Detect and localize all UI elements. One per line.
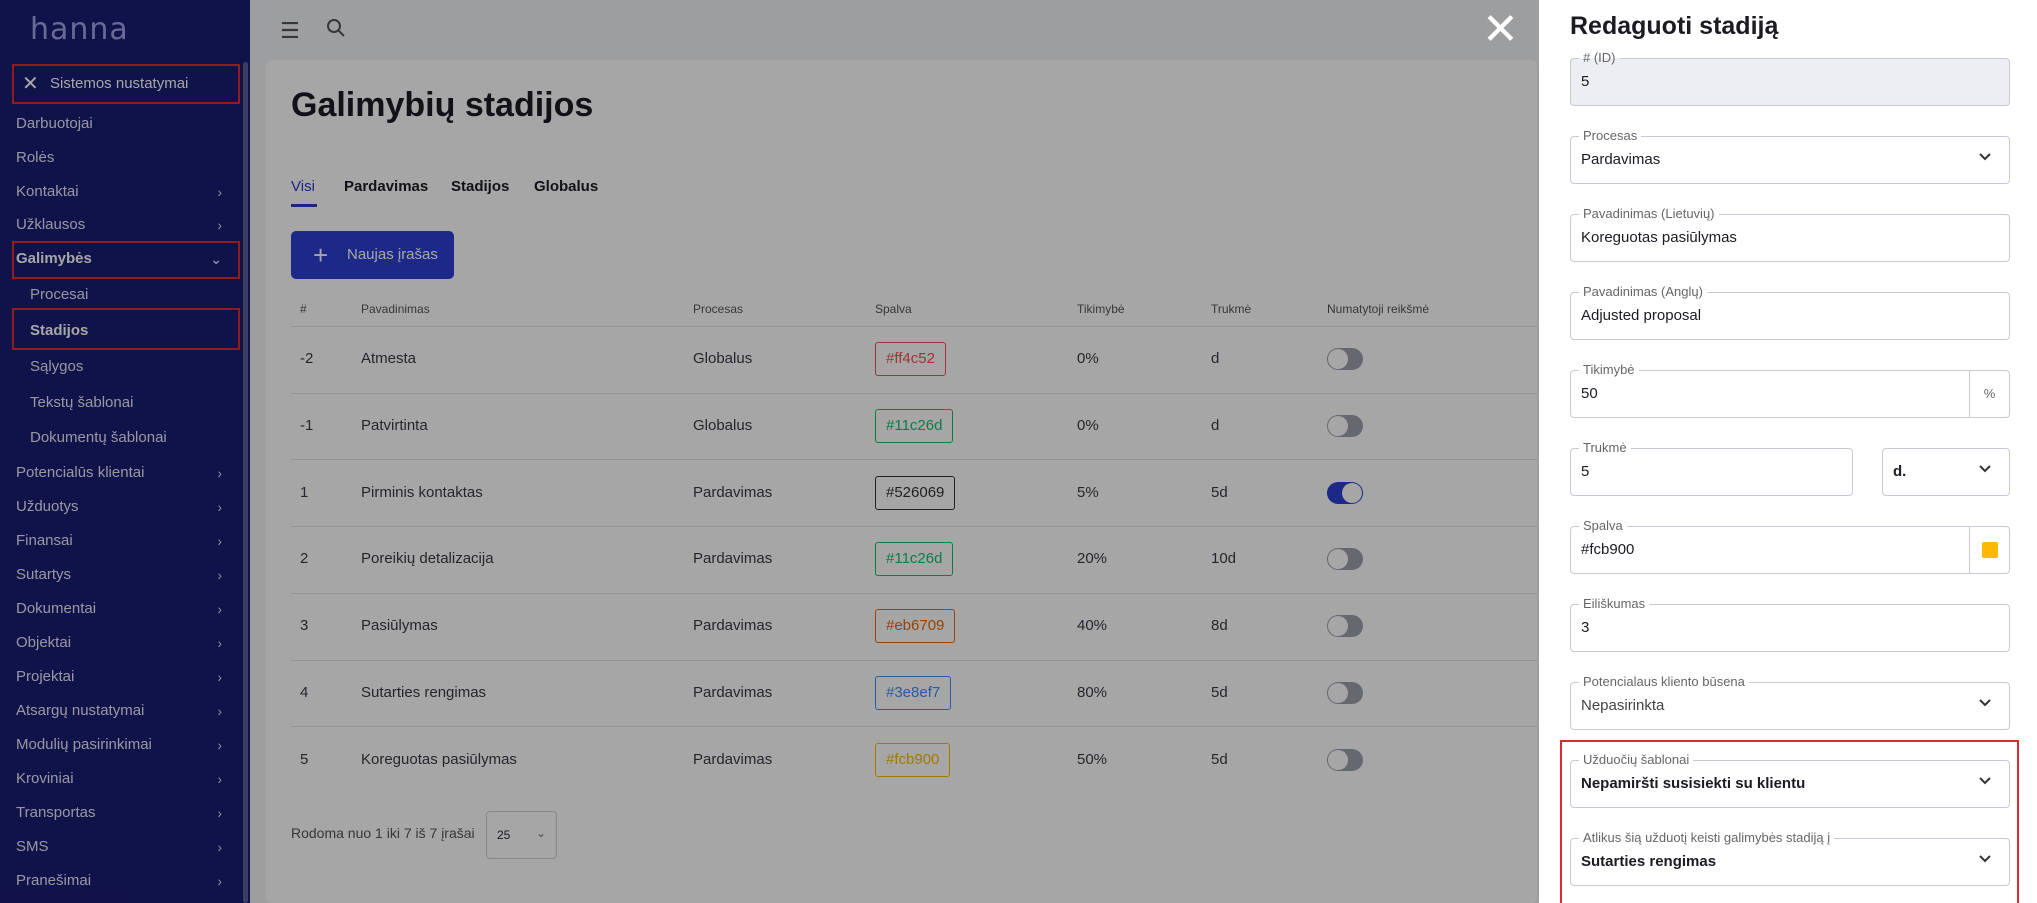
id-field: # (ID) 5 (1570, 50, 2010, 106)
color-swatch (1982, 542, 1998, 558)
order-input[interactable]: Eiliškumas 3 (1570, 596, 2010, 652)
name-en-input[interactable]: Pavadinimas (Anglų) Adjusted proposal (1570, 284, 2010, 340)
duration-unit-select[interactable]: d. (1882, 448, 2010, 496)
drawer-title: Redaguoti stadiją (1570, 12, 1779, 40)
duration-input[interactable]: Trukmė 5 (1570, 440, 1853, 496)
color-picker-button[interactable] (1970, 526, 2010, 574)
probability-input[interactable]: Tikimybė 50 (1570, 362, 1970, 418)
highlight-task-fields (1560, 740, 2019, 903)
chevron-down-icon (1979, 153, 1991, 161)
lead-status-select[interactable]: Potencialaus kliento būsena Nepasirinkta (1570, 674, 2010, 730)
close-drawer-button[interactable]: ✕ (1482, 8, 1519, 52)
color-input[interactable]: Spalva #fcb900 (1570, 518, 1970, 574)
chevron-down-icon (1979, 465, 1991, 473)
percent-suffix: % (1970, 370, 2010, 418)
modal-overlay[interactable] (0, 0, 1539, 903)
name-lt-input[interactable]: Pavadinimas (Lietuvių) Koreguotas pasiūl… (1570, 206, 2010, 262)
chevron-down-icon (1979, 699, 1991, 707)
process-select[interactable]: Procesas Pardavimas (1570, 128, 2010, 184)
